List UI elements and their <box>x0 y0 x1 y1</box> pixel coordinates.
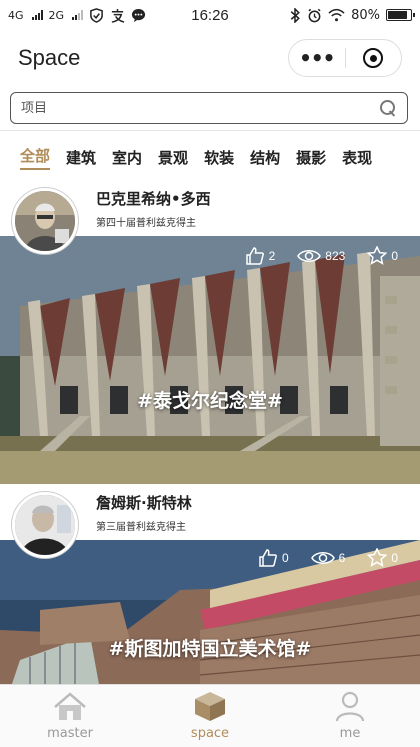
signal-icon-2 <box>72 10 84 20</box>
favorites-count: 0 <box>391 550 398 565</box>
tab-label: master <box>47 726 93 741</box>
search-bar <box>10 92 408 124</box>
project-card[interactable]: 巴克里希纳•多西 第四十届普利兹克得主 2 823 0 #泰戈尔纪念堂# <box>0 180 420 484</box>
project-photo[interactable]: 2 823 0 #泰戈尔纪念堂# <box>0 236 420 484</box>
project-card[interactable]: 詹姆斯·斯特林 第三届普利兹克得主 0 6 0 #斯图加特国立美术馆# <box>0 484 420 684</box>
eye-icon <box>297 249 322 262</box>
alipay-icon <box>111 8 125 23</box>
architect-award: 第四十届普利兹克得主 <box>96 218 196 229</box>
card-header: 詹姆斯·斯特林 第三届普利兹克得主 <box>0 484 420 558</box>
project-feed: 巴克里希纳•多西 第四十届普利兹克得主 2 823 0 #泰戈尔纪念堂# 詹姆斯… <box>0 180 420 684</box>
more-dots-icon: ••• <box>299 46 335 70</box>
close-button[interactable] <box>346 40 402 76</box>
views-stat: 823 <box>297 248 345 264</box>
favorites-stat[interactable]: 0 <box>367 246 398 265</box>
search-icon[interactable] <box>379 99 397 117</box>
project-photo[interactable]: 0 6 0 #斯图加特国立美术馆# <box>0 540 420 684</box>
target-icon <box>363 48 384 68</box>
building-image <box>0 236 420 484</box>
category-tabs: 全部 建筑 室内 景观 软装 结构 摄影 表现 <box>0 140 420 174</box>
star-icon <box>367 246 388 265</box>
network-label-1: 4G <box>8 8 24 22</box>
star-icon <box>367 548 388 567</box>
card-header: 巴克里希纳•多西 第四十届普利兹克得主 <box>0 180 420 254</box>
shield-icon <box>90 7 103 23</box>
home-icon <box>54 692 86 720</box>
network-label-2: 2G <box>48 8 65 22</box>
tab-rendering[interactable]: 表现 <box>342 147 372 168</box>
eye-icon <box>310 551 335 564</box>
tab-all[interactable]: 全部 <box>20 145 51 170</box>
box-icon <box>195 692 225 721</box>
views-count: 6 <box>338 550 346 565</box>
project-title[interactable]: #斯图加特国立美术馆# <box>0 634 420 661</box>
search-input[interactable] <box>21 100 379 116</box>
status-time: 16:26 <box>191 6 229 24</box>
person-icon <box>335 691 365 722</box>
tab-label: space <box>190 726 230 741</box>
architect-award: 第三届普利兹克得主 <box>96 522 186 533</box>
card-stats: 2 823 0 <box>245 246 420 265</box>
tab-interior[interactable]: 室内 <box>112 147 142 168</box>
thumbs-up-icon <box>259 548 277 567</box>
favorites-stat[interactable]: 0 <box>367 548 398 567</box>
likes-count: 2 <box>268 248 276 263</box>
thumbs-up-icon <box>245 246 264 265</box>
bluetooth-icon <box>290 7 300 23</box>
tab-space[interactable]: space <box>140 685 280 747</box>
tab-architecture[interactable]: 建筑 <box>66 147 96 168</box>
mini-program-capsule: ••• <box>288 39 402 77</box>
tab-me[interactable]: me <box>280 685 420 747</box>
bottom-tab-bar: master space me <box>0 684 420 747</box>
views-stat: 6 <box>310 550 346 566</box>
favorites-count: 0 <box>391 248 398 263</box>
alarm-icon <box>308 8 321 22</box>
status-left: 4G 2G <box>8 7 146 23</box>
divider <box>0 130 420 131</box>
battery-percent: 80% <box>351 7 380 23</box>
tab-label: me <box>339 726 361 741</box>
tab-furnishing[interactable]: 软装 <box>204 147 234 168</box>
chat-icon <box>132 8 146 22</box>
more-button[interactable]: ••• <box>289 40 345 76</box>
likes-stat[interactable]: 0 <box>258 548 289 567</box>
views-count: 823 <box>325 248 346 263</box>
status-bar: 4G 2G 16:26 80% <box>0 0 420 30</box>
page-title: Space <box>18 45 81 70</box>
architect-name[interactable]: 詹姆斯·斯特林 <box>96 492 192 513</box>
nav-bar: Space ••• <box>0 30 420 86</box>
card-stats: 0 6 0 <box>258 548 420 567</box>
likes-count: 0 <box>281 550 289 565</box>
tab-structure[interactable]: 结构 <box>250 147 280 168</box>
battery-icon <box>386 9 415 21</box>
architect-avatar[interactable] <box>12 492 78 558</box>
tab-master[interactable]: master <box>0 685 140 747</box>
wifi-icon <box>328 8 345 22</box>
project-title[interactable]: #泰戈尔纪念堂# <box>0 386 420 413</box>
architect-name[interactable]: 巴克里希纳•多西 <box>96 188 211 209</box>
likes-stat[interactable]: 2 <box>245 246 276 265</box>
tab-photography[interactable]: 摄影 <box>296 147 326 168</box>
signal-icon <box>31 10 43 20</box>
architect-avatar[interactable] <box>12 188 78 254</box>
tab-landscape[interactable]: 景观 <box>158 147 188 168</box>
status-right: 80% <box>289 7 415 23</box>
